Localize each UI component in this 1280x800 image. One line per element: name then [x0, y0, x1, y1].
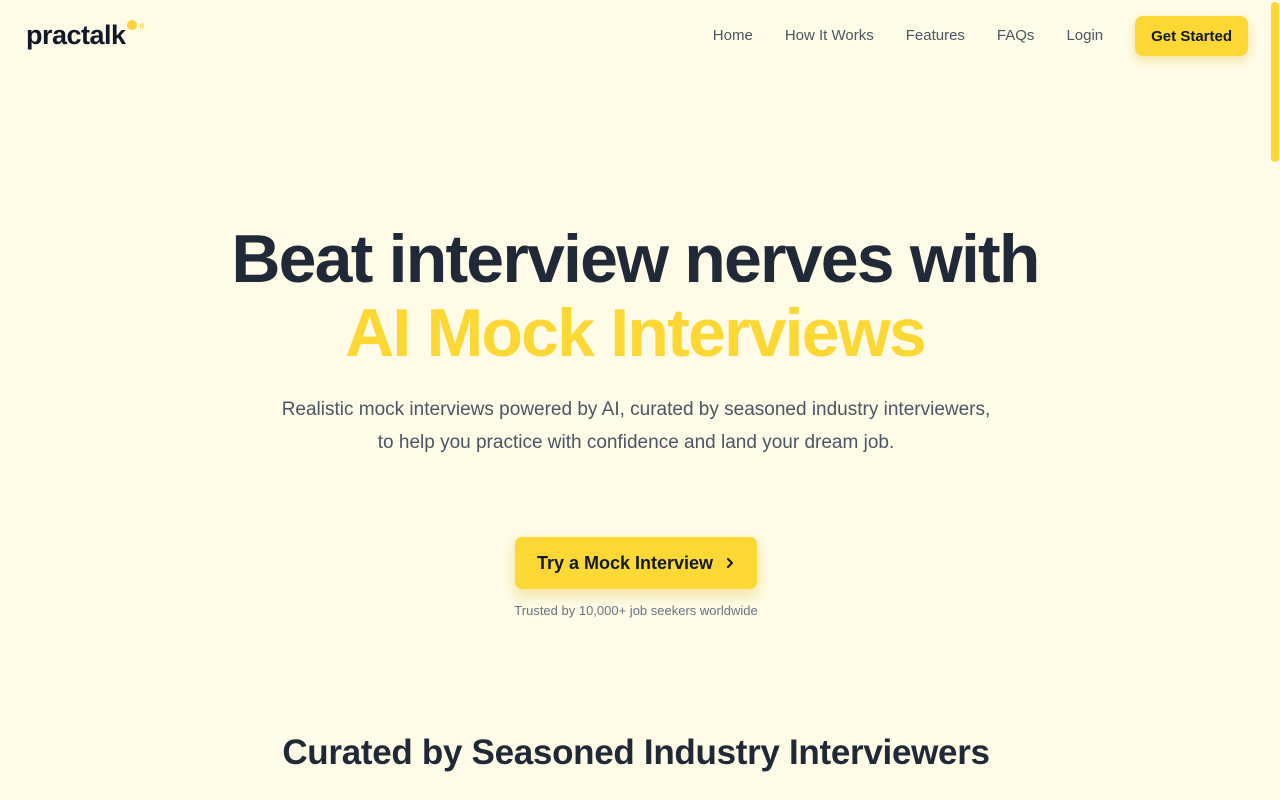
try-mock-interview-button[interactable]: Try a Mock Interview	[515, 537, 757, 589]
scrollbar-thumb[interactable]	[1271, 2, 1279, 162]
section-title: Curated by Seasoned Industry Interviewer…	[282, 733, 990, 772]
site-header: practalk Home How It Works Features FAQs…	[0, 0, 1270, 72]
hero-subtitle-line-1: Realistic mock interviews powered by AI,…	[281, 399, 991, 420]
trust-note: Trusted by 10,000+ job seekers worldwide	[514, 603, 758, 618]
brand-name: practalk	[26, 20, 126, 50]
logo-waves	[139, 22, 144, 30]
main-nav: Home How It Works Features FAQs Login Ge…	[713, 16, 1248, 56]
nav-login[interactable]: Login	[1066, 16, 1103, 56]
nav-home[interactable]: Home	[713, 16, 753, 56]
nav-features[interactable]: Features	[906, 16, 965, 56]
get-started-button[interactable]: Get Started	[1135, 16, 1248, 56]
nav-faqs[interactable]: FAQs	[997, 16, 1035, 56]
page-scrollbar[interactable]	[1270, 0, 1280, 800]
nav-how-it-works[interactable]: How It Works	[785, 16, 874, 56]
hero-title-line-1: Beat interview nerves with	[231, 221, 1040, 297]
sound-wave-icon	[126, 20, 145, 40]
chevron-right-icon	[727, 558, 734, 568]
hero-subtitle-line-2: to help you practice with confidence and…	[377, 432, 895, 453]
try-mock-interview-label: Try a Mock Interview	[536, 552, 714, 573]
hero-subtitle: Realistic mock interviews powered by AI,…	[0, 393, 1272, 459]
hero-title-highlight: AI Mock Interviews	[345, 295, 927, 371]
hero-title: Beat interview nerves with AI Mock Inter…	[0, 222, 1270, 370]
page: practalk Home How It Works Features FAQs…	[0, 0, 1280, 800]
brand-logo[interactable]: practalk	[26, 18, 145, 52]
